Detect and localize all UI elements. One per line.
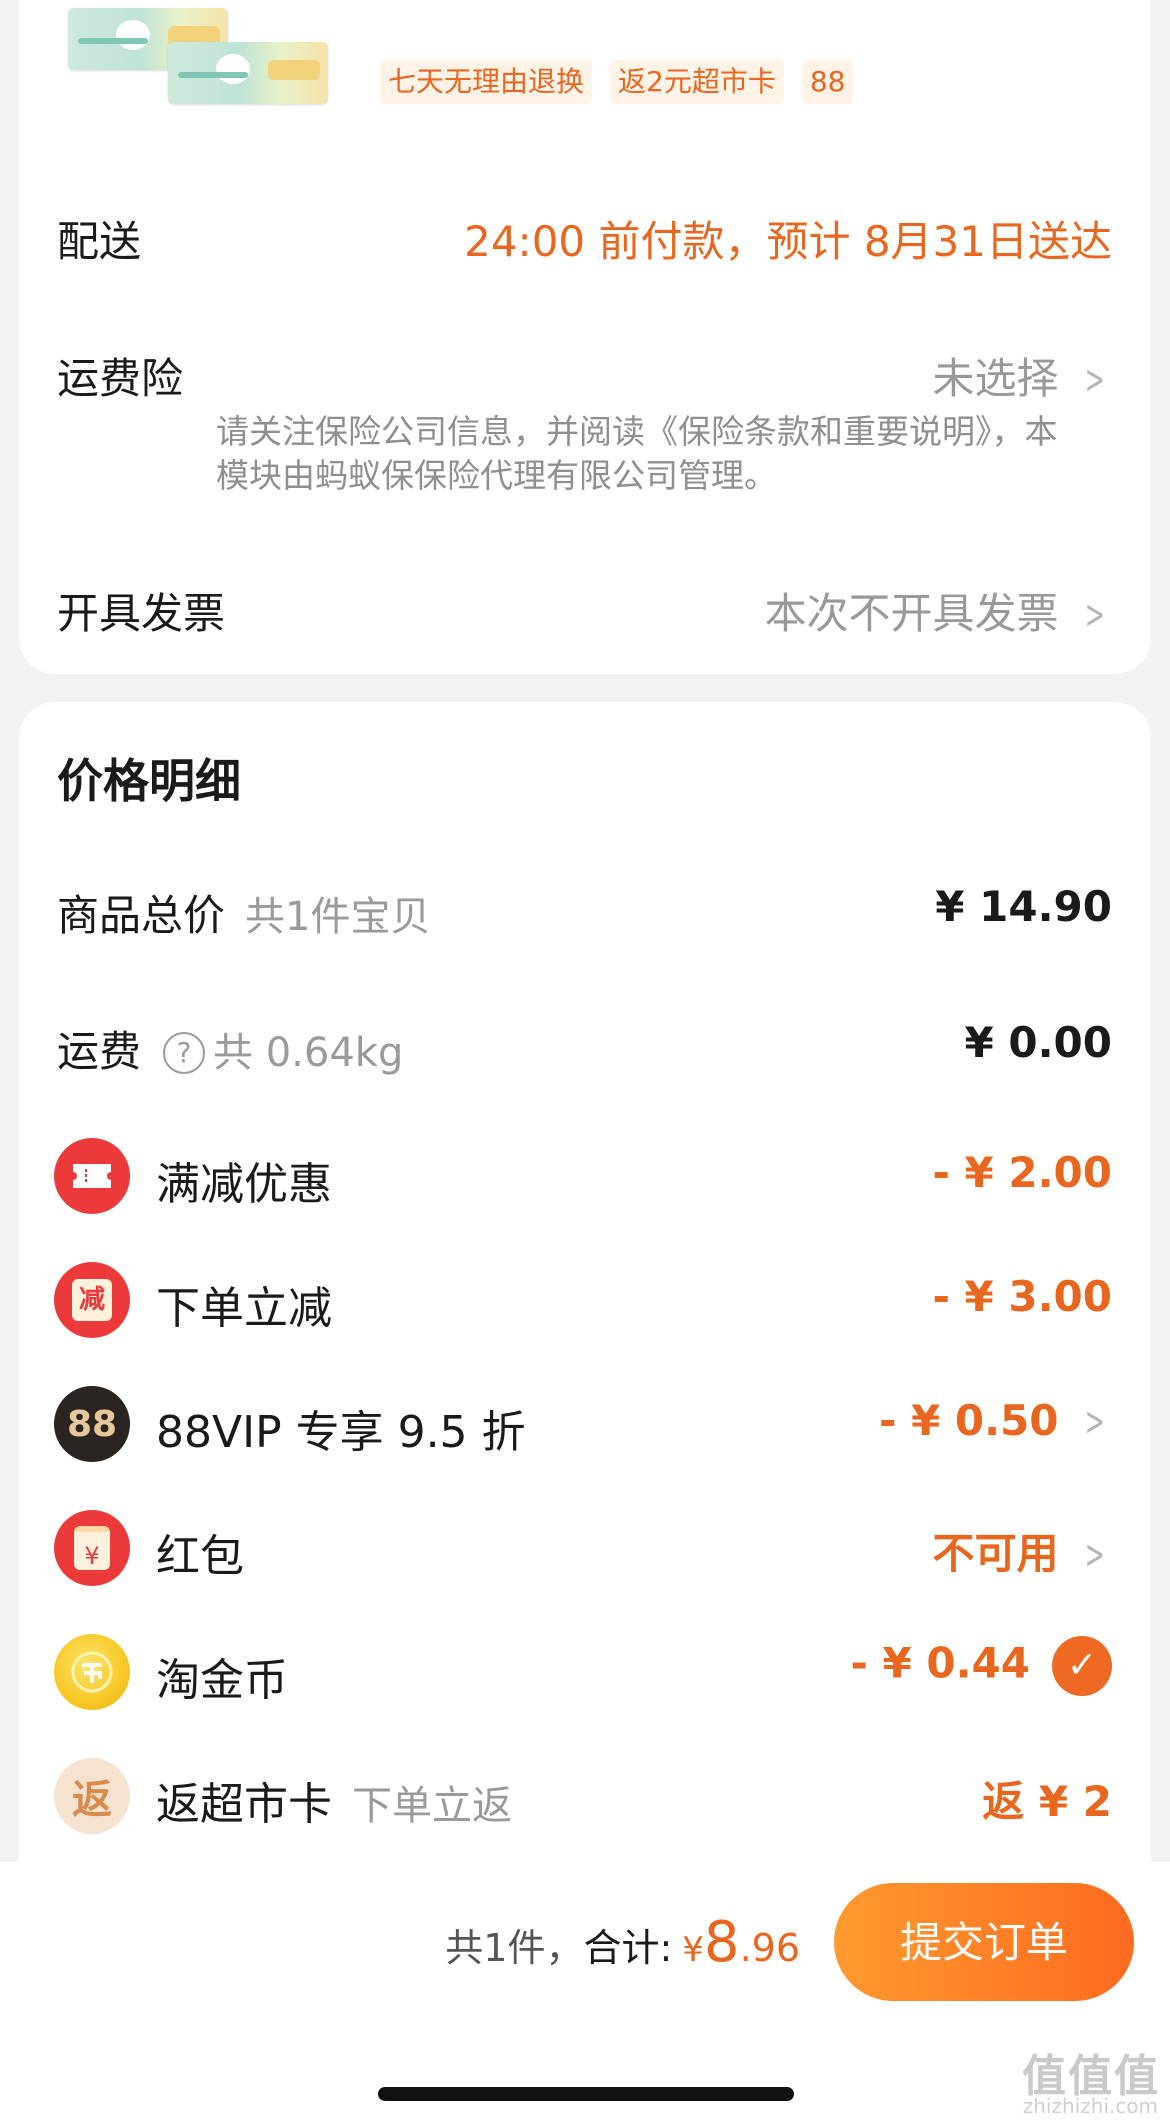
vip-discount-value: - ¥ 0.50 [878,1396,1059,1445]
rebate-sub: 下单立返 [352,1783,512,1829]
home-indicator[interactable] [378,2087,794,2101]
invoice-label: 开具发票 [57,589,226,638]
rebate-icon: 返 [54,1758,130,1834]
goods-count: 共1件宝贝 [245,894,431,940]
gold-coin-value: - ¥ 0.44 [850,1638,1030,1688]
ticket-icon [54,1138,130,1214]
price-detail-title: 价格明细 [57,754,241,808]
total-label: 合计: [583,1926,673,1970]
order-summary: 共1件，合计: ¥8.96 [445,1910,800,1975]
goods-total-row: 商品总价 共1件宝贝 [57,882,430,943]
product-tags: 七天无理由退换 返2元超市卡 88 [380,60,888,104]
product-thumbnail[interactable] [68,0,332,108]
rebate-value: 返 ¥ 2 [982,1777,1112,1826]
reduce-icon: 减 [54,1262,130,1338]
red-packet-icon: ¥ [54,1510,130,1586]
chevron-right-icon: > [1085,592,1106,638]
discount-label: 88VIP 专享 9.5 折 [156,1407,526,1458]
submit-order-button[interactable]: 提交订单 [834,1883,1134,2001]
delivery-estimate: 24:00 前付款，预计 8月31日送达 [464,217,1112,266]
discount-full-reduction-value: - ¥ 2.00 [932,1148,1112,1197]
watermark-url: zhizhizhi.com [1022,2094,1158,2118]
tag-card-rebate: 返2元超市卡 [610,60,784,104]
delivery-label: 配送 [57,217,142,266]
currency-symbol: ¥ [682,1930,704,1970]
shipping-fee-row: 运费? 共 0.64kg [57,1018,403,1079]
product-pack-image [168,42,328,104]
total-amount-decimal: .96 [739,1926,800,1970]
checkmark-icon[interactable]: ✓ [1052,1636,1112,1696]
red-packet-value: 不可用 [932,1529,1059,1578]
gold-coin-toggle[interactable]: - ¥ 0.44 ✓ [850,1636,1112,1696]
chevron-right-icon: > [1085,1532,1106,1578]
goods-total-value: ¥ 14.90 [935,882,1112,931]
discount-instant-value: - ¥ 3.00 [932,1272,1112,1321]
tag-88vip: 88 [801,60,854,104]
discount-label: 满减优惠 [156,1159,332,1210]
chevron-right-icon: > [1085,1399,1106,1445]
total-amount-integer: 8 [703,1910,740,1975]
invoice-selector[interactable]: 本次不开具发票 > [764,580,1112,641]
red-packet-selector[interactable]: 不可用 > [932,1520,1112,1581]
rebate-row: 返超市卡 下单立返 [156,1768,512,1832]
invoice-value: 本次不开具发票 [764,589,1059,638]
vip-discount-selector[interactable]: - ¥ 0.50 > [879,1396,1112,1445]
help-icon[interactable]: ? [163,1032,206,1074]
gold-coin-icon [54,1634,130,1710]
discount-label: 下单立减 [156,1283,332,1334]
rebate-label: 返超市卡 [156,1779,332,1830]
shipping-insurance-selector[interactable]: 未选择 > [932,345,1112,406]
goods-total-label: 商品总价 [57,891,226,940]
insurance-note: 请关注保险公司信息，并阅读《保险条款和重要说明》，本模块由蚂蚁保保险代理有限公司… [216,412,1058,495]
chevron-right-icon: > [1085,357,1106,403]
shipping-insurance-label: 运费险 [57,354,184,403]
shipping-weight: 共 0.64kg [213,1030,404,1076]
discount-label: 红包 [156,1531,244,1582]
shipping-fee-value: ¥ 0.00 [964,1018,1112,1067]
tag-return-policy: 七天无理由退换 [380,60,593,104]
shipping-fee-label: 运费 [57,1027,142,1076]
item-count: 共1件， [445,1926,584,1970]
discount-label: 淘金币 [156,1655,288,1706]
vip88-icon: 88 [54,1386,130,1462]
shipping-insurance-value: 未选择 [932,354,1059,403]
